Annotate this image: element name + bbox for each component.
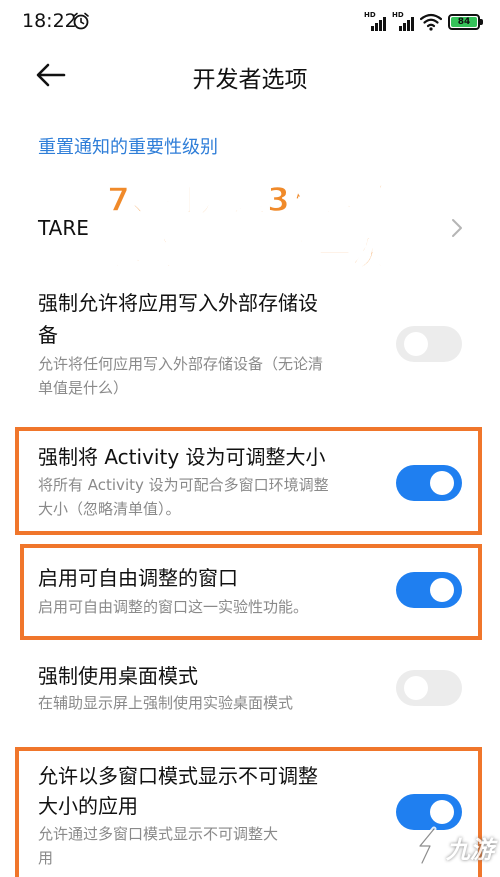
watermark-text: 九游 [446, 836, 494, 864]
setting-description: 允许将任何应用写入外部存储设备（无论清 [38, 355, 324, 373]
battery-icon: 84 [448, 14, 483, 30]
setting-title-continued: 备 [38, 323, 58, 347]
setting-title: 强制使用桌面模式 [38, 664, 198, 688]
page-title: 开发者选项 [192, 67, 308, 93]
status-time: 18:22 [22, 10, 77, 32]
setting-description: 将所有 Activity 设为可配合多窗口环境调整 [38, 476, 329, 494]
force-external-storage-toggle[interactable] [396, 326, 462, 362]
setting-title: 启用可自由调整的窗口 [38, 566, 238, 590]
setting-description-continued: 单值是什么） [38, 379, 129, 397]
alarm-icon [73, 12, 89, 30]
setting-description-continued: 用 [38, 849, 54, 867]
setting-description: 在辅助显示屏上强制使用实验桌面模式 [38, 694, 294, 712]
status-icons: HD HD 84 [364, 11, 483, 32]
battery-level: 84 [451, 17, 477, 27]
jiuyou-logo-icon [417, 826, 437, 866]
wifi-icon [420, 13, 442, 31]
setting-title: 强制允许将应用写入外部存储设 [38, 291, 318, 315]
annotation-note-text: （选完需要重启一次） [79, 233, 420, 274]
setting-description: 允许通过多窗口模式显示不可调整大 [38, 825, 279, 843]
header: 开发者选项 [0, 44, 500, 108]
annotation-step-text: 7、打开这3样选项 [106, 179, 393, 220]
force-resizable-activities-toggle[interactable] [396, 465, 462, 501]
setting-title: 允许以多窗口模式显示不可调整 [38, 764, 318, 788]
reset-notification-importance-link[interactable]: 重置通知的重要性级别 [38, 133, 218, 159]
setting-title: 强制将 Activity 设为可调整大小 [38, 445, 326, 469]
watermark: 九游 [412, 822, 496, 870]
signal-icon: HD [364, 11, 386, 31]
setting-description: 启用可自由调整的窗口这一实验性功能。 [38, 598, 309, 616]
signal-icon: HD [392, 11, 414, 31]
status-bar: 18:22 HD HD 84 [0, 0, 500, 44]
freeform-windows-toggle[interactable] [396, 572, 462, 608]
setting-title-continued: 大小的应用 [38, 794, 138, 818]
setting-description-continued: 大小（忽略清单值）。 [38, 500, 181, 518]
force-desktop-mode-toggle[interactable] [396, 670, 462, 706]
